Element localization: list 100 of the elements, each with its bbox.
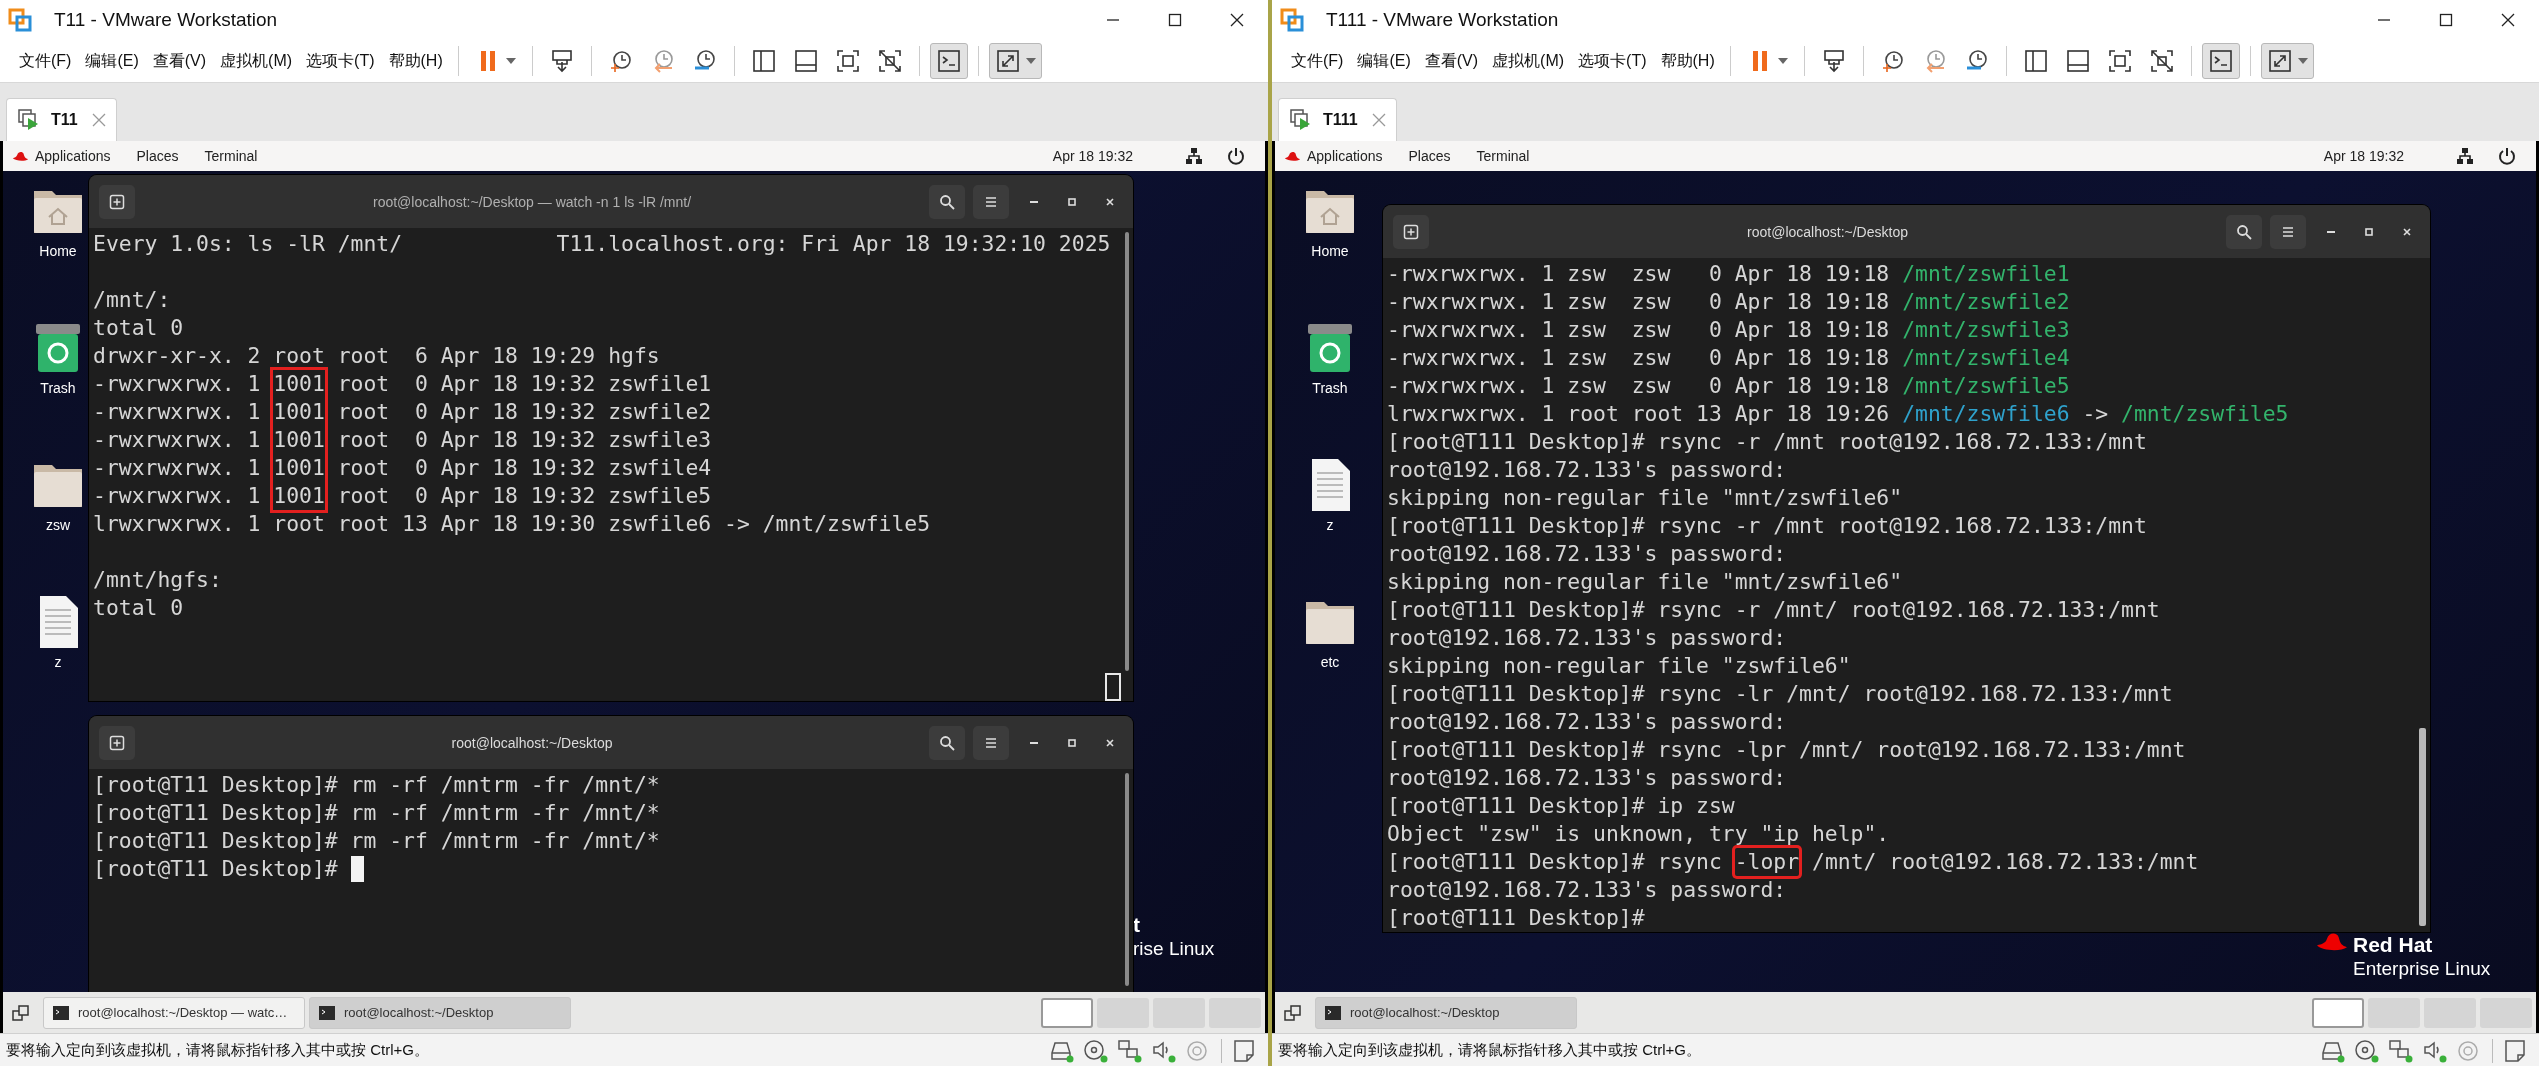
taskbar-item[interactable]: root@localhost:~/Desktop [309, 996, 571, 1029]
scrollbar[interactable] [2419, 728, 2426, 926]
new-tab-button[interactable] [99, 184, 135, 219]
top-bar-menu[interactable]: Terminal [1474, 148, 1540, 164]
power-icon[interactable] [1227, 147, 1245, 165]
desktop-icon-label: zsw [45, 517, 71, 533]
clock[interactable]: Apr 18 19:32 [1052, 148, 1133, 164]
hat-icon [2315, 933, 2349, 953]
terminal-line: [root@T111 Desktop]# [1387, 904, 1645, 932]
expand-arrows-icon [994, 48, 1021, 74]
terminal-line: drwxr-xr-x. 2 root root 6 Apr 18 19:29 hgfs [93, 342, 660, 370]
terminal-line: skipping non-regular file "mnt/zswfile6" [1387, 484, 1903, 512]
brand-name: Red Hat [2353, 933, 2434, 957]
terminal-line: [root@T111 Desktop]# ip zsw [1387, 792, 1735, 820]
terminal-icon [52, 1003, 70, 1022]
terminal-line: [root@T11 Desktop]# rm -rf /mntrm -fr /mnt/* [93, 771, 660, 799]
menu-item[interactable]: 帮助(H) [381, 46, 450, 76]
menu-item[interactable]: 帮助(H) [1653, 46, 1722, 76]
terminal-line: lrwxrwxrwx. 1 root root 13 Apr 18 19:30 zswfile6 -> /mnt/zswfile5 [93, 510, 931, 538]
fit-screen-icon [834, 48, 861, 74]
top-bar-menu[interactable]: Applications [1305, 148, 1393, 164]
terminal-line: Every 1.0s: ls -lR /mnt/ T11.localhost.org: Fri Apr 18 19:32:10 2025 [93, 230, 1111, 258]
scrollbar[interactable] [1125, 773, 1129, 986]
plus-icon [109, 734, 125, 751]
top-bar-menu[interactable]: Places [1406, 148, 1461, 164]
desktop-icon-label: Trash [40, 380, 76, 396]
network-icon[interactable] [2456, 147, 2474, 165]
text-cursor [1105, 673, 1121, 701]
taskbar-item[interactable]: root@localhost:~/Desktop — watc… [43, 996, 305, 1029]
top-bar-menu[interactable]: Places [134, 148, 189, 164]
window-list-icon[interactable] [1283, 1002, 1303, 1023]
taskbar-item[interactable]: root@localhost:~/Desktop [1315, 996, 1577, 1029]
disc-icon[interactable] [1083, 1038, 1109, 1063]
top-bar-menu[interactable]: Terminal [202, 148, 268, 164]
terminal-line: [root@T111 Desktop]# rsync -r /mnt/ root@192.168.72.133:/mnt [1387, 596, 2160, 624]
menu-button[interactable] [973, 184, 1009, 219]
minimize-icon [1030, 200, 1038, 203]
scrollbar[interactable] [1125, 232, 1129, 671]
search-button[interactable] [929, 725, 965, 760]
terminal-line: -rwxrwxrwx. 1 zsw zsw 0 Apr 18 19:18 /mnt/zswfile3 [1387, 316, 2070, 344]
menu-item[interactable]: 虚拟机(M) [1485, 46, 1572, 76]
tab-label: T11 [51, 111, 78, 129]
minimize-icon [1030, 741, 1038, 744]
clock[interactable]: Apr 18 19:32 [2323, 148, 2404, 164]
desktop-icon-label: z [54, 654, 62, 670]
top-bar-menu[interactable]: Applications [33, 148, 121, 164]
panel-layout-icon [2064, 48, 2091, 74]
menu-button[interactable] [2270, 214, 2306, 249]
workspace-thumbnail[interactable] [2312, 997, 2364, 1028]
window-list-icon[interactable] [11, 1002, 31, 1023]
menu-item[interactable]: 虚拟机(M) [213, 46, 300, 76]
vm-tab[interactable]: T111 [1278, 98, 1397, 141]
menu-item[interactable]: 选项卡(T) [1571, 46, 1654, 76]
search-button[interactable] [2226, 214, 2262, 249]
brand-product: rise Linux [1133, 937, 1215, 961]
caret-icon [2297, 58, 2308, 64]
terminal-line: [root@T111 Desktop]# rsync -lpr /mnt/ root@192.168.72.133:/mnt [1387, 736, 2186, 764]
search-button[interactable] [929, 184, 965, 219]
network-icon[interactable] [1185, 147, 1203, 165]
toolbar-button[interactable] [929, 43, 968, 79]
caret-icon [1025, 58, 1036, 64]
status-message: 要将输入定向到该虚拟机，请将鼠标指针移入其中或按 Ctrl+G。 [1278, 1041, 1701, 1060]
terminal-line: -rwxrwxrwx. 1 zsw zsw 0 Apr 18 19:18 /mnt/zswfile1 [1387, 260, 2070, 288]
maximize-icon [2364, 226, 2374, 237]
terminal-line: /mnt/hgfs: [93, 566, 222, 594]
plus-icon [109, 193, 125, 210]
terminal-line: root@192.168.72.133's password: [1387, 708, 1787, 736]
menu-button[interactable] [973, 725, 1009, 760]
terminal-line: skipping non-regular file "mnt/zswfile6" [1387, 568, 1903, 596]
fit-screen-icon [2106, 48, 2133, 74]
menu-item[interactable]: 编辑(E) [78, 46, 146, 76]
brand-product: Enterprise Linux [2353, 957, 2491, 981]
menu-item[interactable]: 查看(V) [145, 46, 214, 76]
terminal-title: root@localhost:~/Desktop [1746, 223, 1909, 240]
menu-item[interactable]: 查看(V) [1417, 46, 1486, 76]
new-tab-button[interactable] [99, 725, 135, 760]
close-icon[interactable] [1371, 113, 1386, 127]
close-icon[interactable] [91, 113, 106, 127]
new-tab-button[interactable] [1393, 214, 1429, 249]
maximize-icon [2439, 13, 2453, 27]
vm-tab[interactable]: T11 [6, 98, 117, 141]
toolbar-button[interactable] [2260, 43, 2314, 79]
menu-item[interactable]: 文件(F) [12, 46, 79, 76]
workspace-thumbnail[interactable] [1041, 997, 1093, 1028]
caret-icon [1777, 58, 1788, 64]
sidebar-layout-icon [2022, 48, 2049, 74]
terminal-line: root@192.168.72.133's password: [1387, 764, 1787, 792]
maximize-icon [1067, 196, 1077, 207]
terminal-line: Object "zsw" is unknown, try "ip help". [1387, 820, 1890, 848]
close-icon [2501, 13, 2515, 27]
terminal-line: -rwxrwxrwx. 1 1001 root 0 Apr 18 19:32 zswfile4 [93, 454, 712, 482]
disc-icon[interactable] [2354, 1038, 2380, 1063]
menu-item[interactable]: 编辑(E) [1350, 46, 1418, 76]
menu-item[interactable]: 文件(F) [1284, 46, 1351, 76]
terminal-line: root@192.168.72.133's password: [1387, 456, 1787, 484]
toolbar-button[interactable] [988, 43, 1042, 79]
menu-item[interactable]: 选项卡(T) [299, 46, 382, 76]
power-icon[interactable] [2498, 147, 2516, 165]
toolbar-button[interactable] [2201, 43, 2240, 79]
terminal-icon [935, 48, 962, 74]
